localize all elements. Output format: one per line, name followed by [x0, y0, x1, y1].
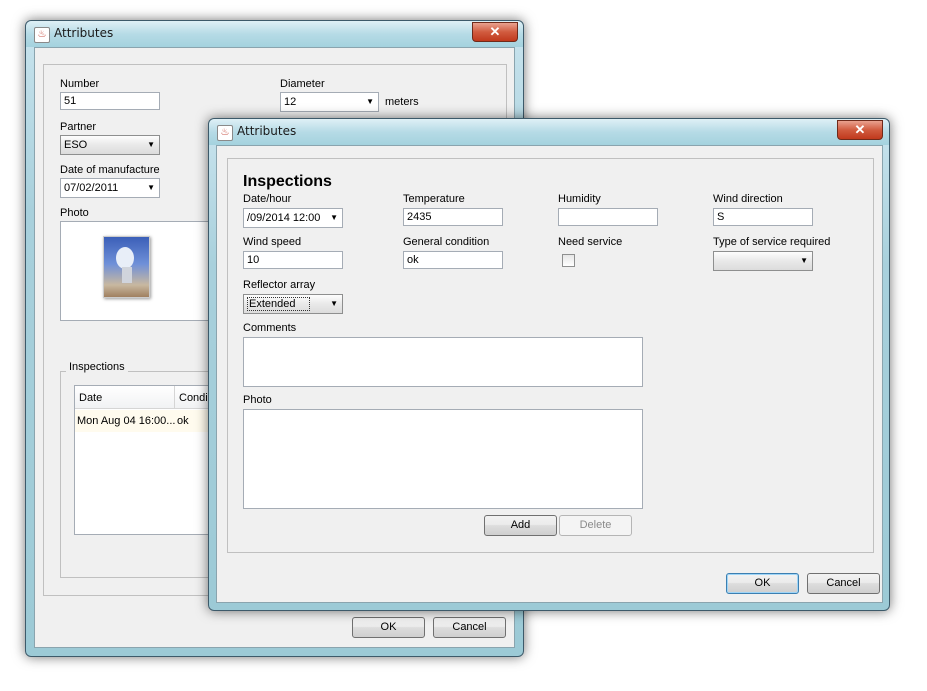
back-cancel-button[interactable]: Cancel [433, 617, 506, 638]
date-hour-label: Date/hour [243, 193, 292, 205]
wind-direction-field[interactable]: S [713, 208, 813, 226]
number-label: Number [60, 78, 100, 90]
wind-direction-label: Wind direction [713, 193, 783, 205]
close-icon[interactable]: ✕ [837, 120, 883, 140]
reflector-array-value: Extended [247, 297, 311, 311]
need-service-checkbox[interactable] [562, 254, 575, 267]
back-titlebar[interactable]: ♨ Attributes ✕ [26, 21, 523, 47]
temperature-field[interactable]: 2435 [403, 208, 503, 226]
back-ok-button[interactable]: OK [352, 617, 425, 638]
front-titlebar[interactable]: ♨ Attributes ✕ [209, 119, 889, 145]
service-type-label: Type of service required [713, 236, 831, 248]
humidity-field[interactable] [558, 208, 658, 226]
diameter-unit: meters [385, 96, 419, 108]
inspections-heading: Inspections [243, 173, 332, 190]
inspections-panel: Inspections Date/hour /09/2014 12:00 ▼ T… [227, 158, 874, 553]
temperature-label: Temperature [403, 193, 465, 205]
manufacture-label: Date of manufacture [60, 164, 160, 176]
reflector-array-combo[interactable]: Extended ▼ [243, 294, 343, 314]
number-field[interactable]: 51 [60, 92, 160, 110]
antenna-photo [103, 236, 150, 298]
back-window-title: Attributes [54, 26, 114, 40]
column-header-condition[interactable]: Condi [179, 392, 208, 404]
date-hour-combo[interactable]: /09/2014 12:00 ▼ [243, 208, 343, 228]
add-button[interactable]: Add [484, 515, 557, 536]
close-icon[interactable]: ✕ [472, 22, 518, 42]
wind-speed-label: Wind speed [243, 236, 302, 248]
manufacture-combo[interactable]: 07/02/2011 ▼ [60, 178, 160, 198]
chevron-down-icon: ▼ [366, 97, 374, 106]
chevron-down-icon: ▼ [800, 256, 808, 265]
front-window: ♨ Attributes ✕ Inspections Date/hour /09… [208, 118, 890, 611]
table-cell-condition: ok [177, 415, 189, 427]
chevron-down-icon: ▼ [147, 140, 155, 149]
front-client-area: Inspections Date/hour /09/2014 12:00 ▼ T… [216, 145, 883, 603]
partner-value: ESO [64, 139, 88, 151]
ok-button[interactable]: OK [726, 573, 799, 594]
reflector-array-label: Reflector array [243, 279, 316, 291]
column-header-date[interactable]: Date [79, 392, 102, 404]
date-hour-value: /09/2014 12:00 [247, 212, 321, 224]
humidity-label: Humidity [558, 193, 601, 205]
photo-label: Photo [243, 394, 272, 406]
photo-panel[interactable] [60, 221, 218, 321]
diameter-combo[interactable]: 12 ▼ [280, 92, 379, 112]
chevron-down-icon: ▼ [147, 183, 155, 192]
java-icon: ♨ [34, 27, 50, 43]
need-service-label: Need service [558, 236, 623, 248]
cancel-button[interactable]: Cancel [807, 573, 880, 594]
photo-area[interactable] [243, 409, 643, 509]
chevron-down-icon: ▼ [330, 213, 338, 222]
diameter-label: Diameter [280, 78, 325, 90]
table-cell-date: Mon Aug 04 16:00... [77, 415, 176, 427]
partner-combo[interactable]: ESO ▼ [60, 135, 160, 155]
delete-button[interactable]: Delete [559, 515, 632, 536]
wind-speed-field[interactable]: 10 [243, 251, 343, 269]
java-icon: ♨ [217, 125, 233, 141]
comments-textarea[interactable] [243, 337, 643, 387]
chevron-down-icon: ▼ [330, 299, 338, 308]
general-condition-field[interactable]: ok [403, 251, 503, 269]
inspections-label: Inspections [66, 361, 128, 373]
front-window-title: Attributes [237, 124, 297, 138]
partner-label: Partner [60, 121, 97, 133]
comments-label: Comments [243, 322, 297, 334]
service-type-combo[interactable]: ▼ [713, 251, 813, 271]
diameter-value: 12 [284, 96, 297, 108]
general-condition-label: General condition [403, 236, 490, 248]
photo-label: Photo [60, 207, 89, 219]
manufacture-value: 07/02/2011 [64, 182, 119, 194]
